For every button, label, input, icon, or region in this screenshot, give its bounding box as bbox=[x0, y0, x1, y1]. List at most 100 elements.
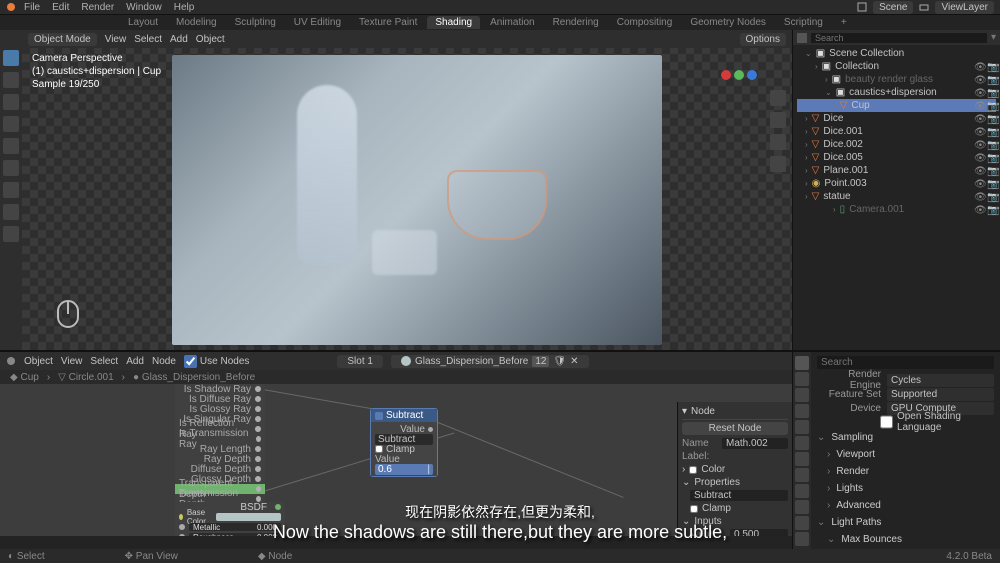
tool-measure[interactable] bbox=[3, 204, 19, 220]
options-dropdown[interactable]: Options bbox=[740, 33, 786, 46]
tool-move[interactable] bbox=[3, 94, 19, 110]
math-node[interactable]: Subtract Value Subtract Clamp Value 0.6| bbox=[370, 408, 438, 477]
ptab-world[interactable] bbox=[795, 420, 809, 434]
outliner-search[interactable] bbox=[811, 33, 987, 43]
tool-add[interactable] bbox=[3, 226, 19, 242]
unlink-icon[interactable]: ✕ bbox=[570, 356, 578, 367]
camera-view-icon[interactable] bbox=[770, 134, 786, 150]
menu-select2[interactable]: Select bbox=[90, 356, 118, 367]
tab-layout[interactable]: Layout bbox=[120, 16, 166, 29]
tab-texpaint[interactable]: Texture Paint bbox=[351, 16, 425, 29]
menu-select[interactable]: Select bbox=[134, 34, 162, 45]
tool-annotate[interactable] bbox=[3, 182, 19, 198]
menu-view2[interactable]: View bbox=[61, 356, 83, 367]
section-viewport-sampling[interactable]: Viewport bbox=[827, 446, 994, 463]
bc-data[interactable]: ▽ Circle.001 bbox=[58, 372, 114, 383]
menu-file[interactable]: File bbox=[24, 2, 40, 13]
reset-node-button[interactable]: Reset Node bbox=[682, 422, 788, 435]
ptab-render[interactable] bbox=[795, 356, 809, 370]
tree-item[interactable]: ›▽Cup👁📷 bbox=[797, 99, 996, 112]
bc-obj[interactable]: ◆ Cup bbox=[10, 372, 39, 383]
menu-add[interactable]: Add bbox=[170, 34, 188, 45]
perspective-icon[interactable] bbox=[770, 156, 786, 172]
menu-node[interactable]: Node bbox=[152, 356, 176, 367]
tab-geonodes[interactable]: Geometry Nodes bbox=[682, 16, 774, 29]
tree-item[interactable]: ›▽statue👁📷 bbox=[797, 190, 996, 203]
node-name-field[interactable]: Math.002 bbox=[722, 438, 788, 449]
tree-item[interactable]: ›◉Point.003👁📷 bbox=[797, 177, 996, 190]
tree-item[interactable]: ›▽Plane.001👁📷 bbox=[797, 164, 996, 177]
tree-item[interactable]: ›▣beauty render glass👁📷 bbox=[797, 73, 996, 86]
tree-item[interactable]: ⌄▣caustics+dispersion👁📷 bbox=[797, 86, 996, 99]
material-selector[interactable]: Glass_Dispersion_Before 12 🛡 ✕ bbox=[391, 355, 589, 368]
tool-transform[interactable] bbox=[3, 160, 19, 176]
section-light-paths[interactable]: Light Paths bbox=[817, 514, 994, 531]
tree-item[interactable]: ›▽Dice👁📷 bbox=[797, 112, 996, 125]
tab-comp[interactable]: Compositing bbox=[609, 16, 681, 29]
principled-prop[interactable]: Roughness0.000 bbox=[175, 532, 285, 536]
tree-item[interactable]: ›▽Dice.005👁📷 bbox=[797, 151, 996, 164]
tab-animation[interactable]: Animation bbox=[482, 16, 542, 29]
ptab-particles[interactable] bbox=[795, 468, 809, 482]
mode-selector[interactable]: Object Mode bbox=[28, 33, 97, 46]
tab-shading[interactable]: Shading bbox=[427, 16, 480, 29]
menu-object[interactable]: Object bbox=[196, 34, 225, 45]
tree-scene-collection[interactable]: ⌄▣ Scene Collection bbox=[797, 47, 996, 60]
tab-sculpting[interactable]: Sculpting bbox=[227, 16, 284, 29]
menu-window[interactable]: Window bbox=[126, 2, 162, 13]
tool-rotate[interactable] bbox=[3, 116, 19, 132]
osl-checkbox[interactable] bbox=[880, 411, 893, 433]
ptab-object[interactable] bbox=[795, 436, 809, 450]
props-search[interactable] bbox=[817, 356, 994, 369]
np-value-field[interactable]: 0.500 bbox=[730, 529, 788, 536]
ptab-constraints[interactable] bbox=[795, 500, 809, 514]
node-color-checkbox[interactable] bbox=[689, 466, 697, 474]
tool-cursor[interactable] bbox=[3, 72, 19, 88]
tool-scale[interactable] bbox=[3, 138, 19, 154]
np-operation[interactable]: Subtract bbox=[690, 490, 788, 501]
tree-item[interactable]: ›▽Dice.001👁📷 bbox=[797, 125, 996, 138]
shader-type[interactable]: Object bbox=[24, 356, 53, 367]
render-engine-dropdown[interactable]: Cycles bbox=[887, 374, 994, 387]
ptab-material[interactable] bbox=[795, 532, 809, 546]
math-clamp-checkbox[interactable] bbox=[375, 445, 383, 453]
principled-prop[interactable]: Metallic0.000 bbox=[175, 522, 285, 532]
light-path-node[interactable]: Is Shadow RayIs Diffuse RayIs Glossy Ray… bbox=[175, 384, 265, 504]
tab-modeling[interactable]: Modeling bbox=[168, 16, 225, 29]
section-lights[interactable]: Lights bbox=[827, 480, 994, 497]
material-slot[interactable]: Slot 1 bbox=[337, 355, 383, 368]
pan-icon[interactable] bbox=[770, 112, 786, 128]
nav-gizmo[interactable] bbox=[721, 70, 757, 80]
feature-set-dropdown[interactable]: Supported bbox=[887, 388, 994, 401]
ptab-scene[interactable] bbox=[795, 404, 809, 418]
tab-rendering[interactable]: Rendering bbox=[545, 16, 607, 29]
section-max-bounces[interactable]: Max Bounces bbox=[827, 531, 994, 548]
ptab-data[interactable] bbox=[795, 516, 809, 530]
menu-render[interactable]: Render bbox=[81, 2, 114, 13]
fake-user-icon[interactable]: 🛡 bbox=[553, 356, 566, 367]
tree-item[interactable]: ›▣Collection👁📷 bbox=[797, 60, 996, 73]
menu-help[interactable]: Help bbox=[174, 2, 195, 13]
menu-edit[interactable]: Edit bbox=[52, 2, 69, 13]
base-color-swatch[interactable] bbox=[216, 513, 281, 521]
filter-icon[interactable]: ▾ bbox=[991, 32, 996, 43]
ptab-physics[interactable] bbox=[795, 484, 809, 498]
menu-add2[interactable]: Add bbox=[126, 356, 144, 367]
use-nodes-checkbox[interactable] bbox=[184, 355, 197, 368]
zoom-icon[interactable] bbox=[770, 90, 786, 106]
tool-select[interactable] bbox=[3, 50, 19, 66]
scene-selector[interactable]: Scene bbox=[873, 1, 913, 14]
menu-view[interactable]: View bbox=[105, 34, 127, 45]
tab-scripting[interactable]: Scripting bbox=[776, 16, 831, 29]
principled-bsdf-node[interactable]: BSDF Base Color Metallic0.000Roughness0.… bbox=[175, 502, 285, 536]
tree-item[interactable]: ›▯Camera.001👁📷 bbox=[797, 203, 996, 216]
tab-add[interactable]: + bbox=[833, 16, 855, 29]
ptab-output[interactable] bbox=[795, 372, 809, 386]
tab-uv[interactable]: UV Editing bbox=[286, 16, 349, 29]
tree-item[interactable]: ›▽Dice.002👁📷 bbox=[797, 138, 996, 151]
ptab-viewlayer[interactable] bbox=[795, 388, 809, 402]
viewlayer-selector[interactable]: ViewLayer bbox=[935, 1, 994, 14]
rendered-viewport[interactable] bbox=[172, 55, 662, 345]
bc-mat[interactable]: ● Glass_Dispersion_Before bbox=[133, 372, 255, 383]
section-render-sampling[interactable]: Render bbox=[827, 463, 994, 480]
